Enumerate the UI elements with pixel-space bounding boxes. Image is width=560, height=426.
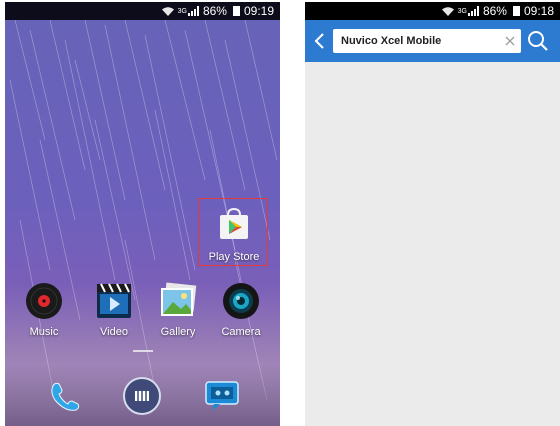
app-gallery[interactable]: Gallery bbox=[147, 282, 209, 338]
home-screen: 3G 86% 09:19 Play Store Music Video Gall… bbox=[5, 2, 280, 426]
play-store-icon bbox=[215, 207, 253, 245]
app-label: Video bbox=[100, 326, 128, 338]
back-button[interactable] bbox=[305, 20, 333, 62]
music-icon bbox=[25, 282, 63, 320]
app-camera[interactable]: Camera bbox=[210, 282, 272, 338]
app-music[interactable]: Music bbox=[13, 282, 75, 338]
app-drawer-icon bbox=[123, 377, 161, 415]
search-icon bbox=[528, 31, 548, 51]
app-label: Gallery bbox=[160, 326, 196, 338]
camera-icon bbox=[222, 282, 260, 320]
signal-indicator: 3G bbox=[458, 6, 479, 16]
signal-indicator: 3G bbox=[178, 6, 199, 16]
battery-percent: 86% bbox=[482, 4, 507, 18]
dock-app-drawer-button[interactable] bbox=[122, 376, 162, 416]
app-video[interactable]: Video bbox=[83, 282, 145, 338]
search-field bbox=[333, 29, 521, 53]
battery-percent: 86% bbox=[202, 4, 227, 18]
status-bar: 3G 86% 09:19 bbox=[5, 2, 280, 20]
clock: 09:18 bbox=[523, 4, 554, 18]
dock-messaging-button[interactable] bbox=[202, 376, 242, 416]
clock: 09:19 bbox=[243, 4, 274, 18]
battery-icon bbox=[232, 6, 240, 16]
search-input[interactable] bbox=[341, 35, 505, 47]
search-button[interactable] bbox=[521, 20, 555, 62]
dock bbox=[5, 364, 280, 426]
battery-icon bbox=[512, 6, 520, 16]
signal-icon bbox=[467, 6, 479, 16]
app-label: Play Store bbox=[208, 251, 260, 263]
page-indicator bbox=[133, 350, 153, 352]
search-toolbar bbox=[305, 20, 560, 62]
app-label: Music bbox=[29, 326, 59, 338]
close-icon bbox=[505, 36, 515, 46]
app-label: Camera bbox=[221, 326, 261, 338]
dock-phone-button[interactable] bbox=[45, 376, 85, 416]
messaging-icon bbox=[205, 381, 239, 411]
chevron-left-icon bbox=[314, 33, 324, 49]
app-play-store[interactable]: Play Store bbox=[203, 207, 265, 263]
wifi-icon bbox=[441, 6, 454, 16]
clear-search-button[interactable] bbox=[505, 34, 515, 48]
phone-icon bbox=[51, 382, 80, 411]
wifi-icon bbox=[161, 6, 174, 16]
status-bar: 3G 86% 09:18 bbox=[305, 2, 560, 20]
video-icon bbox=[95, 282, 133, 320]
results-area bbox=[305, 62, 560, 426]
signal-icon bbox=[187, 6, 199, 16]
play-store-search-screen: 3G 86% 09:18 bbox=[305, 2, 560, 426]
network-type: 3G bbox=[177, 7, 187, 15]
network-type: 3G bbox=[457, 7, 467, 15]
gallery-icon bbox=[159, 282, 197, 320]
